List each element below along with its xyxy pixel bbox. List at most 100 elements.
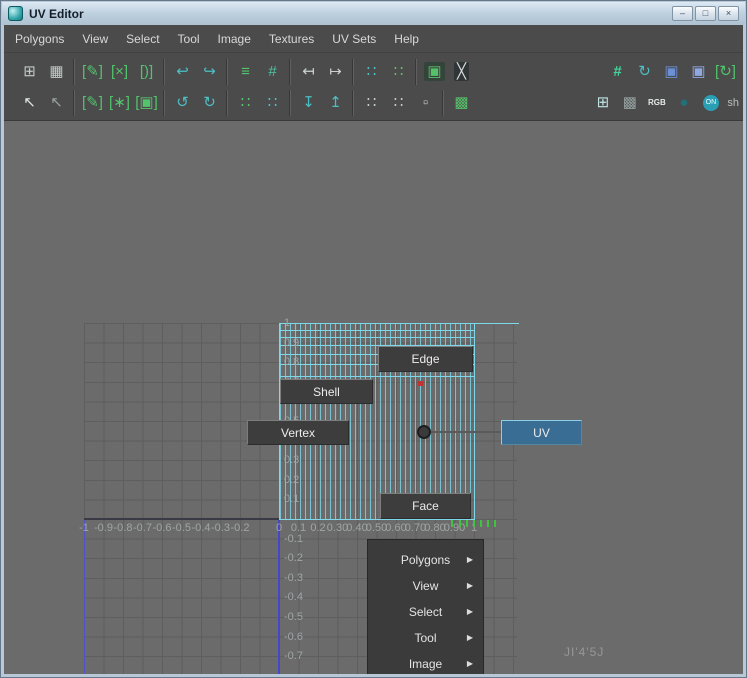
- align-u-min-icon[interactable]: ↤: [296, 60, 321, 84]
- uv-snapshot-icon[interactable]: ▣: [422, 60, 447, 84]
- untangle-uv-icon[interactable]: ↻: [632, 60, 657, 84]
- menu-image[interactable]: Image: [209, 25, 260, 53]
- window-title: UV Editor: [29, 6, 84, 21]
- y-axis-label: -0.3: [284, 571, 303, 584]
- x-axis-label: 0: [275, 522, 283, 534]
- uv-cycle-icon[interactable]: [↻]: [713, 60, 738, 84]
- uv-smudge-tool-icon: [✎]: [82, 63, 103, 80]
- uv-lattice-deformer-icon[interactable]: [×]: [107, 60, 132, 84]
- context-menu-item-select[interactable]: Select ▶: [368, 599, 483, 625]
- grid-minus-one-line: [84, 520, 85, 674]
- component-shell-button[interactable]: Shell: [280, 379, 373, 404]
- menu-uv-sets[interactable]: UV Sets: [323, 25, 385, 53]
- tile-v-icon[interactable]: ∷: [386, 91, 411, 115]
- toggle-grid-icon[interactable]: #: [605, 60, 630, 84]
- uv-cycle-icon: [↻]: [715, 63, 736, 80]
- rgb-channels-icon[interactable]: RGB: [644, 91, 669, 115]
- menu-view[interactable]: View: [73, 25, 117, 53]
- menu-select[interactable]: Select: [117, 25, 168, 53]
- border-edges-icon[interactable]: ▫: [413, 91, 438, 115]
- x-axis-label: -0.6: [152, 522, 172, 534]
- rotate-cw-icon[interactable]: ↻: [197, 91, 222, 115]
- x-axis-label: -0.3: [211, 522, 230, 534]
- y-axis-label: 1: [284, 317, 291, 329]
- toolbar-row-2: ↖ ↖ [✎] [∗] [▣] ↺ ↻ ∷ ∷ ↧ ↥ ∷ ∷ ▫ ▩ ⊞ ▩ RGB ● ON: [16, 87, 724, 118]
- isolate-select-on-icon[interactable]: ON: [698, 91, 723, 115]
- texture-resize-icon[interactable]: ╳: [449, 60, 474, 84]
- component-vertex-button[interactable]: Vertex: [247, 420, 349, 445]
- rgb-channels-icon: RGB: [647, 97, 666, 107]
- uv-lattice-tool-icon[interactable]: ⊞: [17, 60, 42, 84]
- context-menu-item-label: Select: [408, 605, 443, 619]
- merge-uv-icon[interactable]: ∷: [260, 91, 285, 115]
- selected-uv-tick: [487, 520, 489, 527]
- context-menu-item-tool[interactable]: Tool ▶: [368, 625, 483, 651]
- context-menu-item-view[interactable]: View ▶: [368, 573, 483, 599]
- x-axis-label: 0.90: [443, 522, 466, 534]
- menu-help[interactable]: Help: [385, 25, 428, 53]
- tile-u-icon[interactable]: ∷: [359, 91, 384, 115]
- uv-lattice-deformer-icon: [×]: [110, 63, 129, 80]
- context-menu-item-polygons[interactable]: Polygons ▶: [368, 547, 483, 573]
- lasso-select-icon[interactable]: ↖: [44, 91, 69, 115]
- menu-textures[interactable]: Textures: [260, 25, 323, 53]
- subdivide-uv-icon: ∷: [240, 94, 251, 111]
- subdivide-uv-icon[interactable]: ∷: [233, 91, 258, 115]
- context-menu-item-image[interactable]: Image ▶: [368, 651, 483, 674]
- u-axis-line: [84, 518, 279, 520]
- uv-editor-window: UV Editor – □ × Polygons View Select Tool Imag…: [0, 0, 747, 678]
- grid-snap-icon[interactable]: #: [260, 60, 285, 84]
- copy-uv-icon[interactable]: ▣: [659, 60, 684, 84]
- watermark-text: JI'4'5J: [564, 645, 605, 659]
- grid-numbers-icon[interactable]: ⊞: [590, 91, 615, 115]
- alpha-channel-icon[interactable]: ●: [671, 91, 696, 115]
- y-axis-label: 0.3: [284, 454, 300, 467]
- uv-grid-tool-icon[interactable]: ▦: [44, 60, 69, 84]
- relax-uvs-icon: ∷: [393, 63, 404, 80]
- toolbar-separator: [223, 89, 232, 116]
- menu-polygons[interactable]: Polygons: [6, 25, 73, 53]
- layout-uvs-icon[interactable]: ≡: [233, 60, 258, 84]
- snap-bottom-icon[interactable]: ↧: [296, 91, 321, 115]
- x-axis-label: -0.4: [191, 522, 211, 534]
- selected-uv-tick: [473, 520, 475, 527]
- toolbar-separator: [70, 58, 79, 85]
- selected-uv-tick: [480, 520, 482, 527]
- pinch-brush-icon[interactable]: [∗]: [107, 91, 132, 115]
- maximize-button[interactable]: □: [695, 6, 716, 21]
- paint-select-icon: [✎]: [82, 94, 103, 111]
- submenu-arrow-icon: ▶: [466, 581, 473, 590]
- snap-top-icon[interactable]: ↥: [323, 91, 348, 115]
- paste-uv-icon[interactable]: ▣: [686, 60, 711, 84]
- select-tool-icon[interactable]: ↖: [17, 91, 42, 115]
- align-u-max-icon[interactable]: ↦: [323, 60, 348, 84]
- flip-u-icon[interactable]: ↩: [170, 60, 195, 84]
- marking-menu-connector: [431, 431, 503, 433]
- menu-tool[interactable]: Tool: [169, 25, 209, 53]
- toolbar-separator: [439, 89, 448, 116]
- rotate-ccw-icon[interactable]: ↺: [170, 91, 195, 115]
- uv-editor-canvas[interactable]: 10.90.80.70.60.50.40.30.20.1-0.1-0.2-0.3…: [4, 121, 743, 674]
- close-button[interactable]: ×: [718, 6, 739, 21]
- flip-v-icon[interactable]: ↪: [197, 60, 222, 84]
- x-axis-label: -0.2: [230, 522, 250, 534]
- y-axis-label: -0.6: [284, 630, 303, 643]
- grab-brush-icon[interactable]: [▣]: [134, 91, 159, 115]
- component-face-button[interactable]: Face: [380, 493, 471, 519]
- context-menu-item-label: Polygons: [400, 553, 451, 567]
- paint-select-icon[interactable]: [✎]: [80, 91, 105, 115]
- uv-warp-tool-icon[interactable]: [)]: [134, 60, 159, 84]
- dim-image-icon[interactable]: ▩: [617, 91, 642, 115]
- checker-map-icon[interactable]: ▩: [449, 91, 474, 115]
- selected-uv-tick: [466, 520, 468, 527]
- x-axis-label: -0.7: [133, 522, 152, 534]
- minimize-button[interactable]: –: [672, 6, 693, 21]
- title-bar[interactable]: UV Editor – □ ×: [2, 2, 745, 25]
- uv-smudge-tool-icon[interactable]: [✎]: [80, 60, 105, 84]
- component-edge-button[interactable]: Edge: [378, 346, 473, 372]
- context-menu-item-label: View: [412, 579, 439, 593]
- border-edges-icon: ▫: [422, 94, 429, 111]
- unfold-uvs-icon[interactable]: ∷: [359, 60, 384, 84]
- relax-uvs-icon[interactable]: ∷: [386, 60, 411, 84]
- component-uv-button[interactable]: UV: [501, 420, 582, 445]
